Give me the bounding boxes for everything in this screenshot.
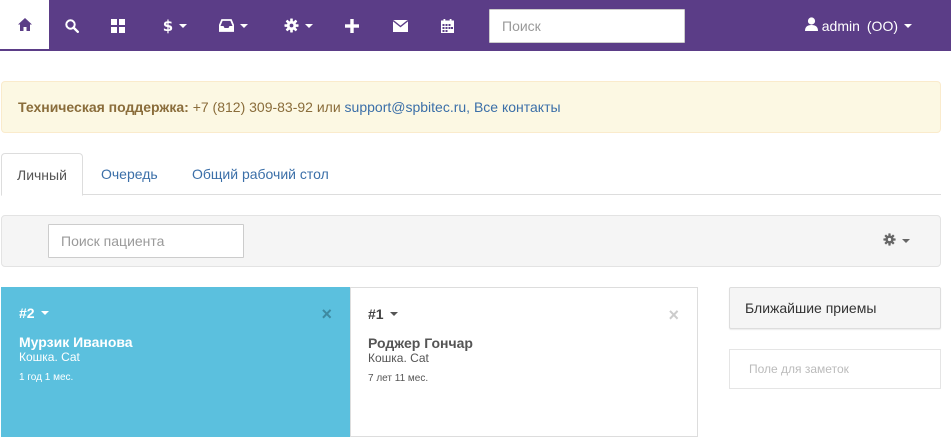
queue-number: #2 (19, 305, 35, 321)
calendar-icon (441, 18, 454, 33)
chevron-down-icon (902, 239, 910, 243)
workspace-tabs: Личный Очередь Общий рабочий стол (1, 153, 941, 196)
patient-search-input[interactable] (48, 224, 244, 258)
nav-finance-menu[interactable]: $ (150, 0, 200, 51)
search-icon (64, 18, 79, 33)
global-search-input[interactable] (489, 9, 685, 43)
tab-personal[interactable]: Личный (1, 153, 83, 196)
queue-number: #1 (368, 306, 384, 322)
queue-number-menu[interactable]: #1 (368, 306, 398, 322)
top-navbar: $ admin (ОО) (0, 0, 951, 51)
queue-toolbar (1, 215, 941, 267)
dashboard-grid-icon (111, 18, 125, 33)
patient-name: Мурзик Иванова (19, 334, 133, 350)
user-menu[interactable]: admin (ОО) (804, 0, 912, 51)
inbox-icon (218, 19, 234, 32)
nav-add[interactable] (330, 0, 373, 51)
nav-settings-menu[interactable] (273, 0, 323, 51)
gear-icon (283, 18, 299, 33)
support-separator: , (466, 99, 474, 115)
nav-home[interactable] (0, 0, 49, 51)
nav-calendar[interactable] (426, 0, 469, 51)
patient-age: 1 год 1 мес. (19, 372, 74, 383)
envelope-icon (393, 19, 408, 32)
svg-text:$: $ (163, 18, 173, 34)
chevron-down-icon (40, 311, 49, 315)
chevron-down-icon (904, 23, 912, 28)
support-phone: +7 (812) 309-83-92 или (188, 99, 345, 115)
user-org: (ОО) (866, 17, 898, 34)
upcoming-appointments-button[interactable]: Ближайшие приемы (729, 287, 941, 329)
all-contacts-link[interactable]: Все контакты (474, 99, 561, 115)
patient-name: Роджер Гончар (368, 335, 473, 351)
queue-number-menu[interactable]: #2 (19, 305, 49, 321)
support-alert: Техническая поддержка: +7 (812) 309-83-9… (1, 81, 941, 133)
queue-card[interactable]: #2 × Мурзик Иванова Кошка. Cat 1 год 1 м… (1, 287, 350, 437)
close-icon[interactable]: × (321, 305, 332, 323)
patient-age: 7 лет 11 мес. (368, 373, 429, 384)
queue-card[interactable]: #1 × Роджер Гончар Кошка. Cat 7 лет 11 м… (350, 287, 698, 437)
home-icon (17, 17, 33, 32)
gear-icon (883, 233, 896, 249)
nav-search[interactable] (49, 0, 94, 51)
notes-field[interactable] (729, 349, 941, 389)
support-label: Техническая поддержка: (18, 99, 189, 115)
dollar-icon: $ (163, 18, 173, 34)
chevron-down-icon (389, 312, 398, 316)
chevron-down-icon (239, 23, 248, 28)
nav-messages[interactable] (379, 0, 422, 51)
tab-shared-desk[interactable]: Общий рабочий стол (177, 153, 344, 195)
close-icon[interactable]: × (668, 306, 679, 324)
patient-species: Кошка. Cat (19, 350, 80, 364)
tab-queue[interactable]: Очередь (86, 153, 173, 195)
support-email-link[interactable]: support@spbitec.ru (345, 99, 467, 115)
patient-species: Кошка. Cat (368, 351, 429, 365)
chevron-down-icon (304, 23, 313, 28)
user-name: admin (821, 17, 860, 34)
plus-icon (344, 18, 359, 33)
chevron-down-icon (179, 23, 187, 28)
toolbar-settings-button[interactable] (883, 216, 910, 266)
user-icon (804, 17, 818, 34)
nav-inbox-menu[interactable] (208, 0, 258, 51)
nav-dashboard[interactable] (94, 0, 142, 51)
